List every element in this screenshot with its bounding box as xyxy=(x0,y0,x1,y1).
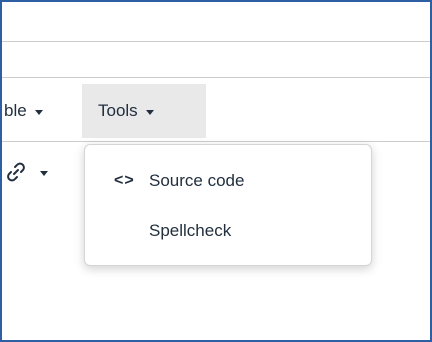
editor-frame: ble Tools <> Source code Spellcheck xyxy=(0,0,432,342)
menu-tools[interactable]: Tools xyxy=(82,84,206,138)
code-icon: <> xyxy=(114,172,135,189)
menu-item-label: Source code xyxy=(149,171,245,190)
menu-table[interactable]: ble xyxy=(2,84,72,138)
divider xyxy=(2,141,430,142)
menu-table-label: ble xyxy=(4,101,27,120)
menu-item-source-code[interactable]: <> Source code xyxy=(85,161,371,201)
chevron-down-icon xyxy=(40,170,48,176)
insert-link-button[interactable] xyxy=(4,154,48,190)
tools-dropdown-menu: <> Source code Spellcheck xyxy=(84,144,372,266)
title-area xyxy=(2,2,430,41)
divider xyxy=(2,41,430,42)
menu-item-spellcheck[interactable]: Spellcheck xyxy=(85,211,371,251)
chevron-down-icon xyxy=(34,109,43,115)
menu-tools-label: Tools xyxy=(98,101,138,120)
menu-item-label: Spellcheck xyxy=(149,221,232,240)
link-icon xyxy=(4,160,28,184)
chevron-down-icon xyxy=(145,109,154,115)
